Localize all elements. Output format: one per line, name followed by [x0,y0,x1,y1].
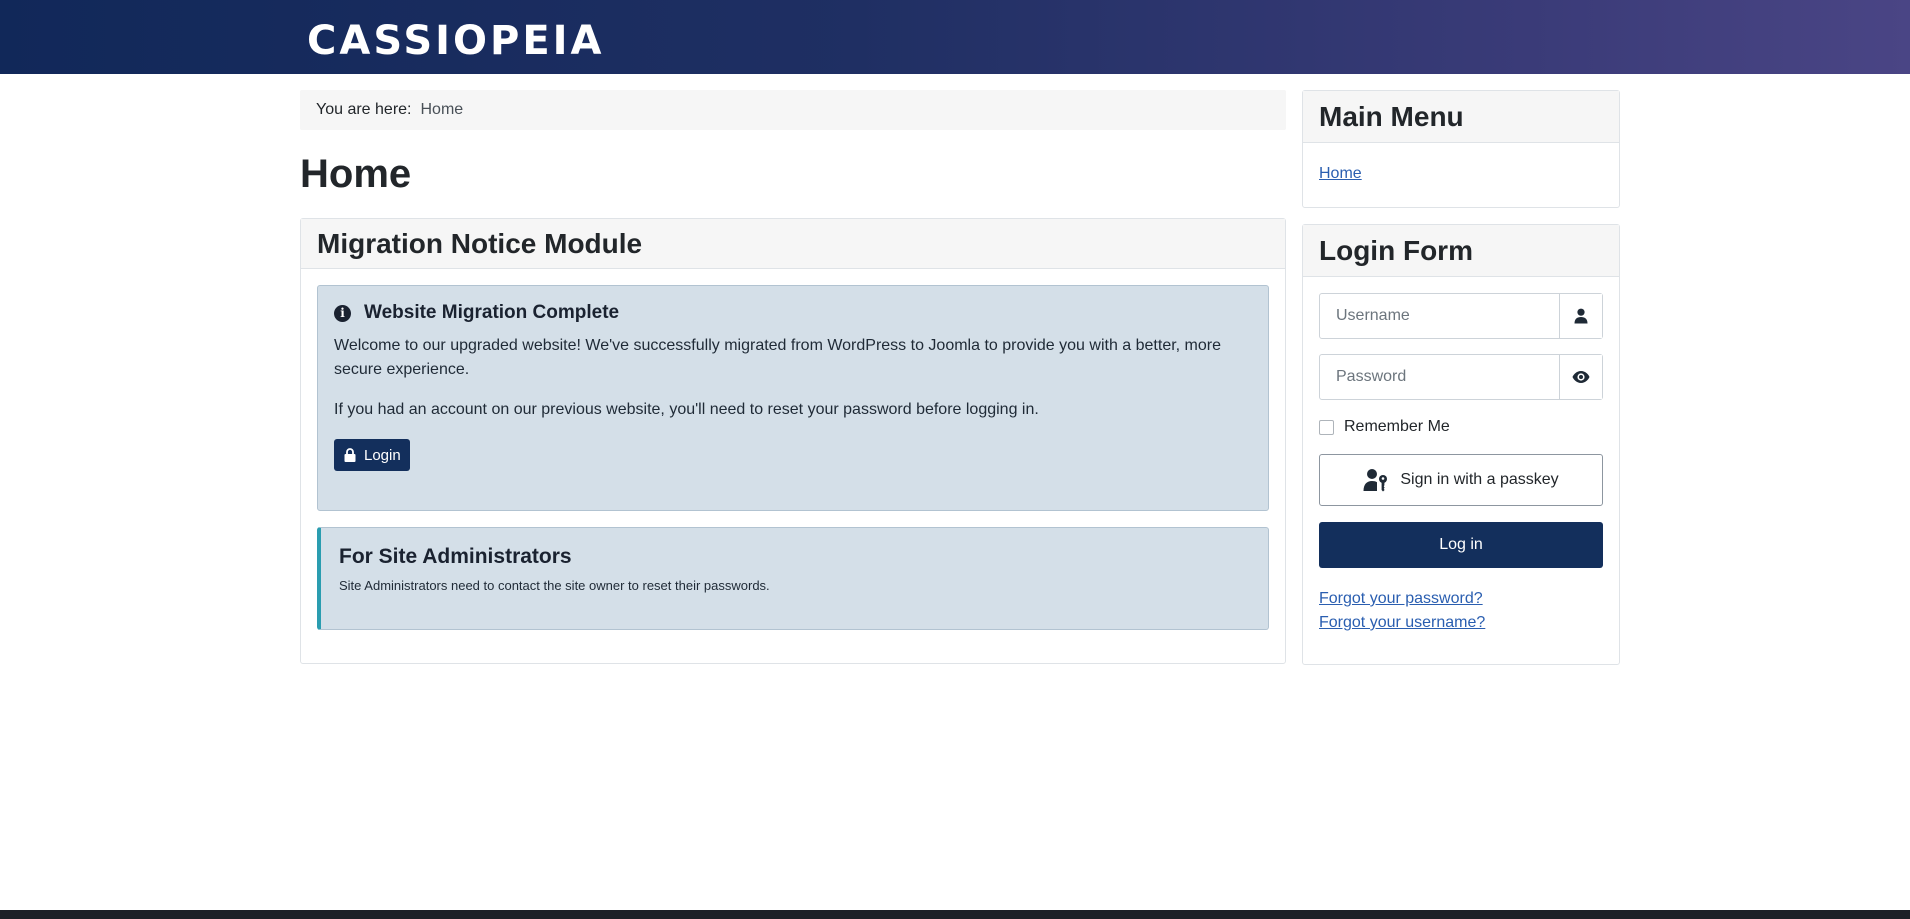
breadcrumb: You are here: Home [300,90,1286,130]
login-form-module: Login Form Username Remember Me Sign in … [1302,224,1620,665]
info-icon: i [334,304,351,322]
alert-text-welcome: Welcome to our upgraded website! We've s… [334,337,1222,378]
remember-me-label[interactable]: Remember Me [1344,418,1450,436]
login-form-title: Login Form [1303,225,1619,277]
migration-notice-module: Migration Notice Module i Website Migrat… [300,218,1286,664]
module-title: Migration Notice Module [301,219,1285,269]
forgot-password-link[interactable]: Forgot your password? [1319,587,1603,611]
alert-title-row: i Website Migration Complete [334,300,1252,326]
alert-text-reset: If you had an account on our previous we… [334,401,1039,418]
alert-title: Website Migration Complete [364,302,620,323]
passkey-button-label: Sign in with a passkey [1400,471,1559,488]
login-form-body: Remember Me Sign in with a passkey Log i… [1303,277,1619,651]
main-menu-body: Home [1303,143,1619,207]
sidebar: Main Menu Home Login Form Username Remem… [1302,90,1620,665]
migration-alert: i Website Migration Complete Welcome to … [317,285,1269,511]
main-content: You are here: Home Home Migration Notice… [300,90,1286,664]
menu-item-home[interactable]: Home [1319,165,1362,182]
admin-notice-text: Site Administrators need to contact the … [339,578,770,593]
lock-icon [344,448,356,462]
login-button-label: Login [364,446,401,464]
breadcrumb-current: Home [420,101,464,118]
log-in-button[interactable]: Log in [1319,522,1603,568]
site-brand-logo[interactable]: CASSIOPEIA [307,16,605,66]
main-menu-title: Main Menu [1303,91,1619,143]
login-button[interactable]: Login [334,439,410,471]
username-addon [1559,294,1602,338]
page-title: Home [300,152,412,196]
admin-notice-title: For Site Administrators [339,545,572,568]
username-group [1319,293,1603,339]
main-menu-module: Main Menu Home [1302,90,1620,208]
remember-me-checkbox[interactable] [1319,419,1334,435]
password-group [1319,354,1603,400]
remember-me-row: Remember Me [1319,415,1603,439]
module-body: i Website Migration Complete Welcome to … [301,269,1285,630]
username-input[interactable] [1320,294,1559,338]
footer-bar [0,910,1910,919]
passkey-icon [1363,469,1388,492]
user-icon [1574,308,1588,324]
show-password-toggle[interactable] [1559,355,1602,399]
site-header: CASSIOPEIA [0,0,1910,74]
admin-notice: For Site Administrators Site Administrat… [317,527,1269,630]
eye-icon [1572,371,1590,383]
password-input[interactable] [1320,355,1559,399]
login-links: Forgot your password? Forgot your userna… [1319,587,1603,635]
breadcrumb-label: You are here: [316,101,412,118]
forgot-username-link[interactable]: Forgot your username? [1319,611,1603,635]
passkey-button[interactable]: Sign in with a passkey [1319,454,1603,506]
